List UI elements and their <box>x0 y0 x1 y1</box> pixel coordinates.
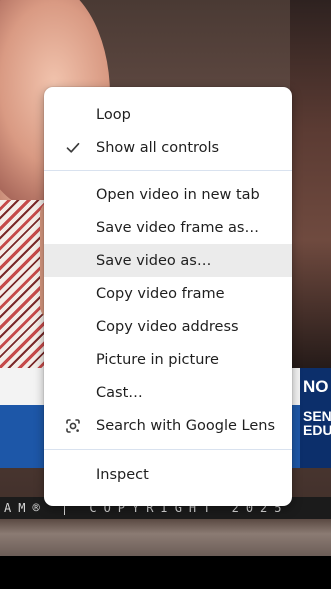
google-lens-icon <box>64 409 82 442</box>
menu-item-label: Picture in picture <box>96 351 219 368</box>
menu-item-label: Copy video frame <box>96 285 225 302</box>
menu-item-inspect[interactable]: Inspect <box>44 458 292 491</box>
menu-item-label: Inspect <box>96 466 149 483</box>
menu-item-show-all-controls[interactable]: Show all controls <box>44 131 292 164</box>
menu-separator <box>44 170 292 171</box>
lower-third-tag-2: SEN EDU <box>303 408 331 438</box>
menu-separator <box>44 449 292 450</box>
menu-item-label: Search with Google Lens <box>96 417 276 434</box>
menu-item-label: Open video in new tab <box>96 186 260 203</box>
menu-item-label: Loop <box>96 106 131 123</box>
menu-item-copy-video-frame[interactable]: Copy video frame <box>44 277 292 310</box>
menu-item-label: Save video as… <box>96 252 212 269</box>
menu-item-save-video-as[interactable]: Save video as… <box>44 244 292 277</box>
menu-item-open-video-in-new-tab[interactable]: Open video in new tab <box>44 178 292 211</box>
menu-item-label: Copy video address <box>96 318 239 335</box>
menu-item-search-with-google-lens[interactable]: Search with Google Lens <box>44 409 292 442</box>
menu-item-picture-in-picture[interactable]: Picture in picture <box>44 343 292 376</box>
menu-item-copy-video-address[interactable]: Copy video address <box>44 310 292 343</box>
menu-item-label: Show all controls <box>96 139 220 156</box>
menu-item-label: Cast… <box>96 384 143 401</box>
menu-item-cast[interactable]: Cast… <box>44 376 292 409</box>
menu-item-label: Save video frame as… <box>96 219 259 236</box>
video-bottom-strip <box>0 519 331 556</box>
checkmark-icon <box>64 131 82 164</box>
video-background-right <box>290 0 331 370</box>
menu-item-loop[interactable]: Loop <box>44 98 292 131</box>
video-context-menu: Loop Show all controls Open video in new… <box>44 87 292 506</box>
lower-third-tag-1: NO <box>303 377 329 396</box>
lower-third-side-panel: NO SEN EDU <box>300 368 331 468</box>
menu-item-save-video-frame-as[interactable]: Save video frame as… <box>44 211 292 244</box>
